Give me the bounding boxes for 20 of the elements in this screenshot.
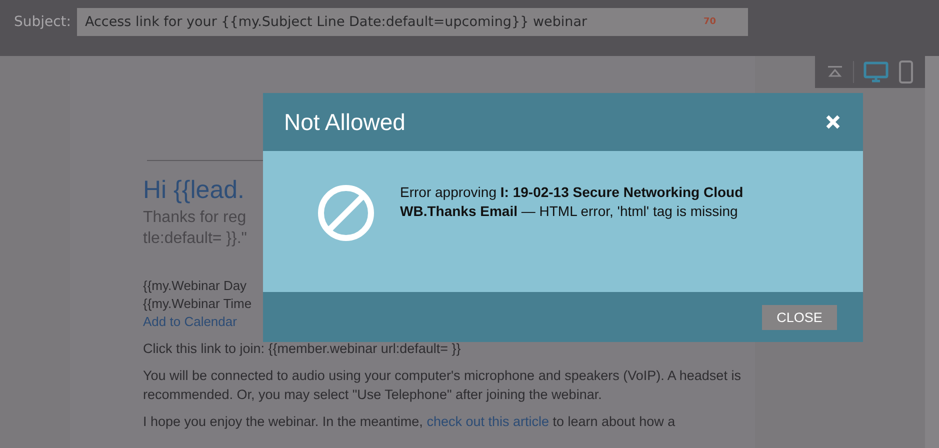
email-detail-text: {{my.Webinar Day [143, 277, 247, 295]
close-button[interactable]: CLOSE [762, 304, 837, 330]
email-paragraph: I hope you enjoy the webinar. In the meantime, check out this article to learn about how a [143, 413, 676, 431]
email-detail-text: {{my.Webinar Time [143, 295, 252, 313]
dialog-title: Not Allowed [284, 108, 406, 136]
subject-label: Subject: [12, 13, 72, 32]
prohibited-icon [317, 184, 375, 242]
subject-field[interactable]: Access link for your {{my.Subject Line Date:default=upcoming}} webinar 70 [77, 8, 748, 36]
scrollbar-track[interactable] [925, 56, 939, 448]
character-count: 70 [703, 17, 716, 27]
collapse-icon[interactable] [826, 64, 844, 80]
email-paragraph: Click this link to join: {{member.webinar url:default= }} [143, 340, 462, 358]
email-heading: Hi {{lead. [143, 175, 244, 206]
phone-icon[interactable] [898, 60, 914, 84]
desktop-icon[interactable] [863, 61, 890, 83]
error-message: Error approving I: 19-02-13 Secure Networking Cloud WB.Thanks Email — HTML error, 'html' tag is missing [400, 183, 744, 221]
calendar-link[interactable]: Add to Calendar [143, 313, 237, 331]
close-icon[interactable] [825, 114, 841, 130]
article-link[interactable]: check out this article [426, 414, 549, 429]
email-paragraph: You will be connected to audio using your computer's microphone and speakers (VoIP). A headset is recommended. Or, you may select "Use Telephone" after joining the webinar. [143, 367, 742, 404]
